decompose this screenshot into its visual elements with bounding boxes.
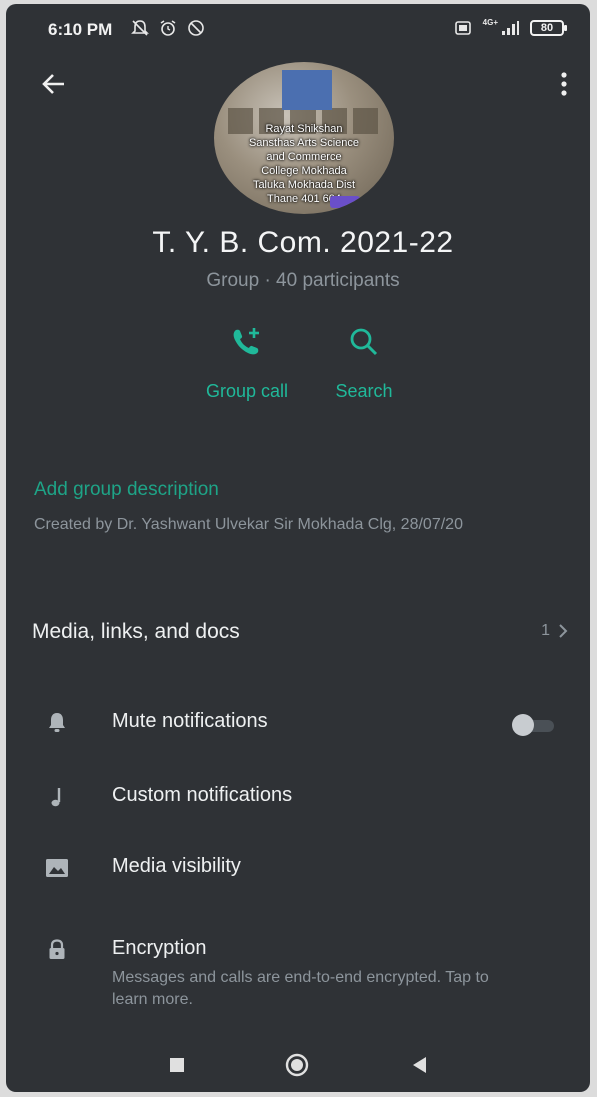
avatar-caption-line: Sansthas Arts Science [248,137,360,149]
lock-icon [49,939,65,959]
bell-off-icon [131,20,149,36]
avatar-caption-line: Thane 401 604 [266,193,341,205]
add-group-description-link[interactable]: Add group description [34,479,219,501]
custom-notifications-row[interactable]: Custom notifications [6,784,590,844]
custom-notifications-label: Custom notifications [112,784,293,806]
avatar-badge [330,196,360,208]
toggle-thumb [512,714,534,736]
alarm-icon [160,20,176,36]
status-bar: 6:10 PM 4G+ 80 [6,4,590,56]
avatar-logo [282,70,332,110]
avatar-caption-line: Taluka Mokhada Dist [252,179,356,191]
encryption-description: Messages and calls are end-to-end encryp… [112,969,489,1008]
mute-notifications-label: Mute notifications [112,710,268,732]
bell-icon [49,713,65,732]
status-icons-left [130,18,206,38]
image-icon [46,859,68,877]
system-navigation-bar [6,1034,590,1092]
media-links-docs-row[interactable]: Media, links, and docs 1 [6,608,590,656]
battery-icon: 80 [530,20,567,36]
media-count: 1 [541,622,550,639]
recent-apps-icon[interactable] [164,1052,190,1078]
phone-add-icon [233,328,259,355]
music-note-icon [51,788,61,807]
phone-screen: 6:10 PM 4G+ 80 Rayat Shikshan Sansthas A… [6,4,590,1092]
media-visibility-label: Media visibility [112,855,241,877]
group-call-button[interactable]: Group call [192,322,302,402]
group-call-label: Group call [205,381,289,401]
data-saver-icon [188,20,204,36]
group-title: T. Y. B. Com. 2021-22 [152,226,454,259]
avatar-caption-line: and Commerce [266,151,342,163]
more-vertical-icon[interactable] [552,66,576,102]
home-icon[interactable] [284,1052,310,1078]
arrow-left-icon[interactable] [36,66,72,102]
status-icons-right: 4G+ 80 [453,18,567,38]
avatar-caption: Rayat Shikshan Sansthas Arts Science and… [214,122,394,206]
avatar-caption-line: Rayat Shikshan [265,123,343,135]
group-avatar[interactable]: Rayat Shikshan Sansthas Arts Science and… [214,62,394,214]
status-time: 6:10 PM [48,20,113,39]
encryption-label: Encryption [112,937,207,959]
group-subtitle: Group · 40 participants [206,270,400,291]
media-links-docs-label: Media, links, and docs [32,620,240,643]
search-label: Search [335,381,393,401]
network-label: 4G+ [482,18,498,27]
sim-icon [454,21,471,35]
mute-notifications-toggle[interactable] [512,714,556,736]
chevron-right-icon [559,624,568,638]
search-icon [350,328,378,356]
media-visibility-row[interactable]: Media visibility [6,855,590,915]
created-by-text: Created by Dr. Yashwant Ulvekar Sir Mokh… [34,516,463,533]
back-triangle-icon[interactable] [406,1052,432,1078]
encryption-row[interactable]: Encryption Messages and calls are end-to… [6,937,590,1017]
search-button[interactable]: Search [324,322,404,402]
signal-icon [502,21,519,35]
mute-notifications-row[interactable]: Mute notifications [6,710,590,770]
avatar-caption-line: College Mokhada [261,165,347,177]
